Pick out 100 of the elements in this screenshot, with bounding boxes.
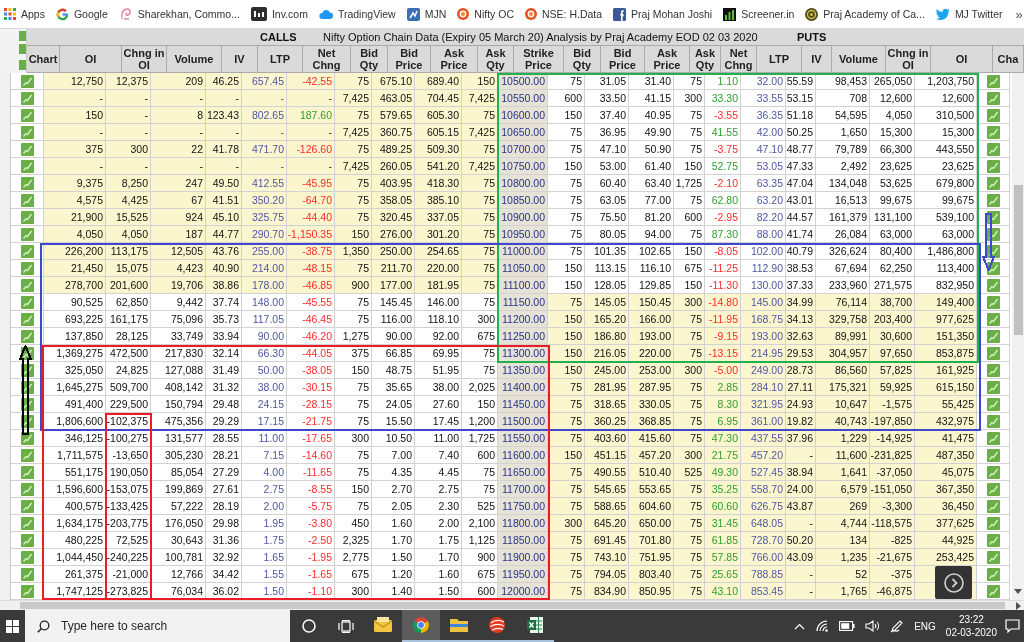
table-cell: 75 xyxy=(335,498,372,515)
table-cell: 131,577 xyxy=(151,430,206,447)
table-cell: 704.45 xyxy=(415,90,462,107)
ball-logo-icon xyxy=(488,616,506,634)
table-cell: 38.00 xyxy=(242,379,287,396)
strike-price-cell: 11050.00 xyxy=(498,260,548,277)
table-cell: 75 xyxy=(335,73,372,90)
table-cell: -1.95 xyxy=(287,549,335,566)
more-bookmarks-button[interactable]: » xyxy=(1013,6,1024,22)
table-cell: 75 xyxy=(462,226,498,243)
next-slide-button[interactable] xyxy=(935,566,972,599)
circle-icon[interactable] xyxy=(301,619,316,633)
table-cell: 1.10 xyxy=(705,73,741,90)
network-icon[interactable] xyxy=(815,620,830,632)
bookmark-link[interactable]: Google xyxy=(55,7,108,21)
table-cell: 178.00 xyxy=(242,277,287,294)
scrollbar-thumb[interactable] xyxy=(20,602,1005,609)
table-cell: 75 xyxy=(335,107,372,124)
notification-icon[interactable] xyxy=(1005,619,1020,633)
caret-up-icon[interactable] xyxy=(794,622,806,630)
table-cell: 1,486,800 xyxy=(915,243,977,260)
table-cell: 510.40 xyxy=(629,464,674,481)
caret-right-icon[interactable] xyxy=(1016,601,1021,610)
horizontal-scrollbar[interactable] xyxy=(0,600,1024,610)
table-cell: 47.33 xyxy=(786,158,816,175)
scrollbar-thumb[interactable] xyxy=(1013,185,1023,335)
bookmark-link[interactable]: Sharekhan, Commo... xyxy=(118,7,240,21)
bookmark-link[interactable]: Nifty OC xyxy=(457,8,514,20)
table-cell: 75 xyxy=(462,107,498,124)
bookmark-link[interactable]: MJ Twitter xyxy=(935,8,1003,20)
column-header: Ask Qty xyxy=(690,46,721,73)
bookmark-link[interactable]: Praj Academy of Ca... xyxy=(805,7,925,21)
strike-price-cell: 10600.00 xyxy=(498,107,548,124)
bookmark-link[interactable]: TradingView xyxy=(318,8,396,20)
table-cell: 90.00 xyxy=(372,328,415,345)
table-cell: -14.60 xyxy=(287,447,335,464)
table-cell: 1.70 xyxy=(372,532,415,549)
table-cell: 217,830 xyxy=(151,345,206,362)
table-cell: 75 xyxy=(548,141,585,158)
table-cell: 325.75 xyxy=(242,209,287,226)
table-cell: 46.25 xyxy=(206,73,242,90)
table-cell: 150 xyxy=(548,311,585,328)
table-cell: - xyxy=(44,90,106,107)
battery-icon[interactable] xyxy=(839,621,856,631)
table-cell: 75 xyxy=(548,464,585,481)
search-icon xyxy=(37,620,50,633)
pen-icon[interactable] xyxy=(890,619,905,633)
table-cell: 186.80 xyxy=(585,328,629,345)
table-cell: 53.15 xyxy=(786,90,816,107)
bookmark-link[interactable]: MJN xyxy=(406,7,447,21)
table-cell: 4,050 xyxy=(44,226,106,243)
windows-icon xyxy=(6,619,19,633)
table-cell: 853.45 xyxy=(741,583,786,600)
table-cell: 75 xyxy=(674,311,705,328)
bookmark-link[interactable]: NSE: H.Data xyxy=(524,8,603,20)
table-cell: 2.70 xyxy=(372,481,415,498)
caret-down-icon[interactable] xyxy=(1014,589,1022,594)
search-field[interactable]: Type here to search xyxy=(25,610,290,642)
table-cell: 15,075 xyxy=(106,260,151,277)
table-cell: 7,425 xyxy=(335,124,372,141)
table-cell: -11.65 xyxy=(287,464,335,481)
table-cell: 75 xyxy=(674,192,705,209)
table-cell: 284.10 xyxy=(741,379,786,396)
table-cell: 75 xyxy=(674,141,705,158)
table-cell: 53.00 xyxy=(585,158,629,175)
table-cell: 75 xyxy=(462,260,498,277)
table-cell: - xyxy=(242,124,287,141)
table-cell: 150 xyxy=(462,73,498,90)
table-cell: 24.93 xyxy=(786,396,816,413)
language-indicator[interactable]: ENG xyxy=(914,620,936,632)
table-cell: 11.00 xyxy=(242,430,287,447)
speaker-icon[interactable] xyxy=(865,620,881,632)
table-cell: -2.95 xyxy=(705,209,741,226)
table-cell: - xyxy=(44,124,106,141)
table-cell: 31.36 xyxy=(206,532,242,549)
table-cell: 63.40 xyxy=(629,175,674,192)
table-cell: -2.50 xyxy=(287,532,335,549)
table-cell: 32.63 xyxy=(786,328,816,345)
puts-label: PUTS xyxy=(797,31,827,43)
table-cell: 165.20 xyxy=(585,311,629,328)
bookmark-link[interactable]: Screener.in xyxy=(723,7,795,21)
apps-shortcut[interactable]: Apps xyxy=(4,8,45,20)
table-cell: - xyxy=(44,158,106,175)
table-cell: -38.05 xyxy=(287,362,335,379)
task-view-icon[interactable] xyxy=(337,619,354,633)
bookmark-link[interactable]: Inv.com xyxy=(250,7,308,21)
vertical-scrollbar[interactable] xyxy=(1012,73,1024,600)
social-logo-icon xyxy=(613,7,627,21)
table-cell: 300 xyxy=(335,430,372,447)
table-cell: 102.65 xyxy=(629,243,674,260)
table-cell: 4,425 xyxy=(106,192,151,209)
table-cell: 4,744 xyxy=(816,515,870,532)
round-emblem-icon xyxy=(805,7,819,21)
table-cell: 75 xyxy=(462,175,498,192)
table-cell: 59,925 xyxy=(870,379,915,396)
bookmark-link[interactable]: Praj Mohan Joshi xyxy=(613,7,713,21)
table-cell: 260.05 xyxy=(372,158,415,175)
table-cell: -14.80 xyxy=(705,294,741,311)
clock-button[interactable]: 23:22 02-03-2020 xyxy=(941,613,1001,639)
table-cell: - xyxy=(151,158,206,175)
